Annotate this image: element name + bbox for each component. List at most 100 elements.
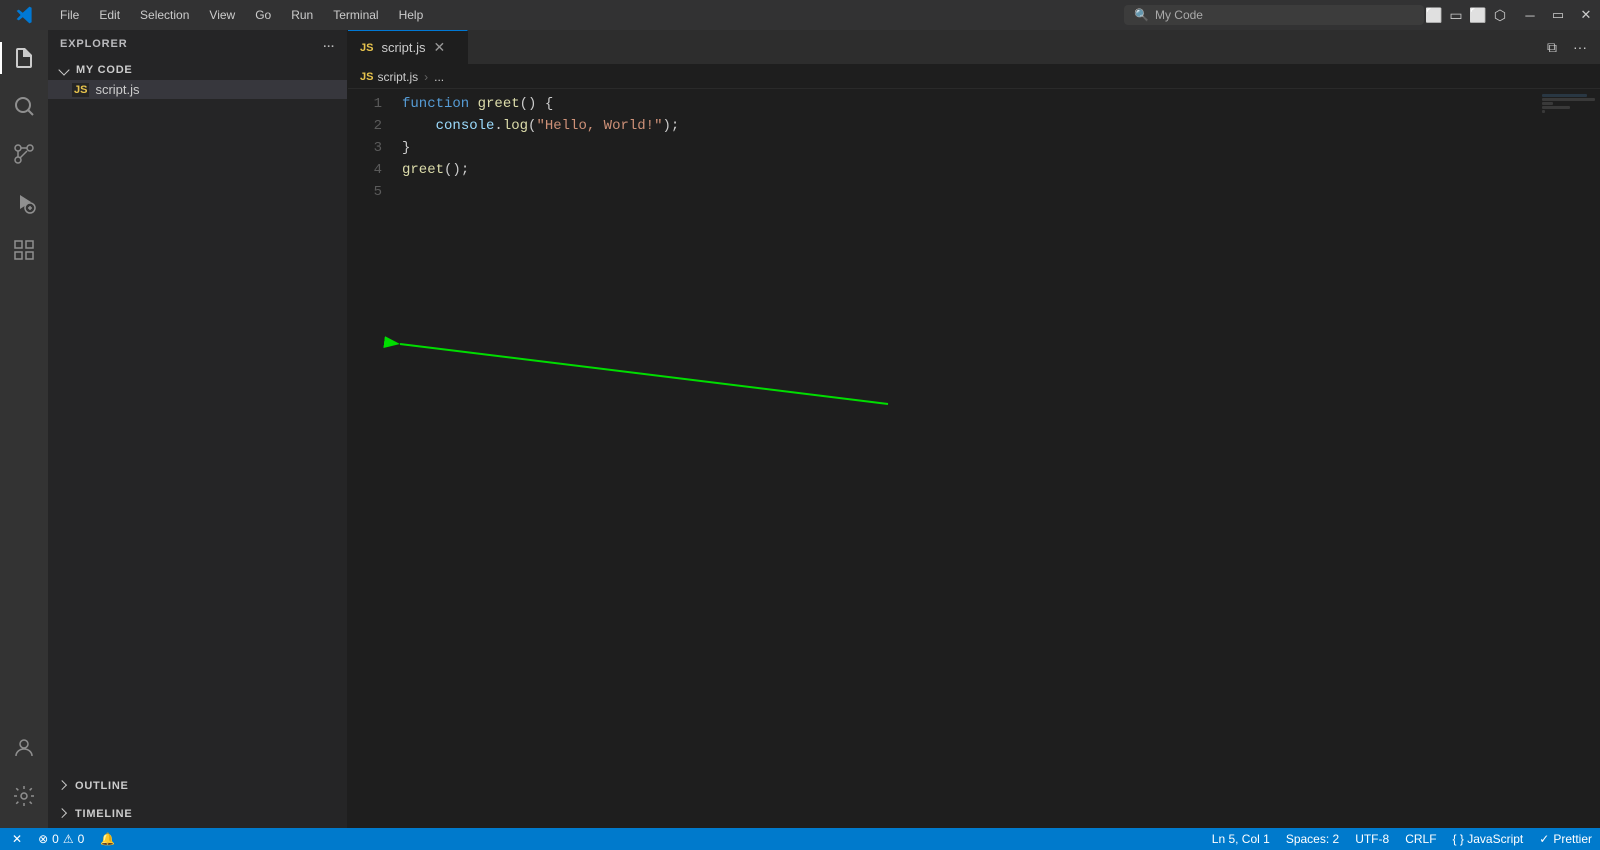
notifications-bell[interactable]: 🔔 bbox=[92, 828, 123, 850]
error-count-text: 0 bbox=[52, 832, 59, 846]
folder-header[interactable]: MY CODE bbox=[48, 60, 347, 80]
main-container: EXPLORER ... MY CODE JS script.js OUTLIN… bbox=[0, 30, 1600, 828]
activity-bar-bottom bbox=[0, 724, 48, 828]
outline-label: OUTLINE bbox=[75, 780, 129, 792]
bell-icon: 🔔 bbox=[100, 832, 115, 846]
chevron-down-icon bbox=[58, 64, 69, 75]
encoding[interactable]: UTF-8 bbox=[1347, 828, 1397, 850]
language-mode-text: { } JavaScript bbox=[1453, 832, 1524, 846]
sidebar: EXPLORER ... MY CODE JS script.js OUTLIN… bbox=[48, 30, 348, 828]
status-bar-right: Ln 5, Col 1 Spaces: 2 UTF-8 CRLF { } Jav… bbox=[1204, 828, 1600, 850]
activity-item-settings[interactable] bbox=[0, 772, 48, 820]
js-tab-icon: JS bbox=[360, 42, 373, 54]
tab-bar-actions: ⧉ ··· bbox=[1532, 30, 1600, 64]
activity-item-search[interactable] bbox=[0, 82, 48, 130]
search-icon bbox=[12, 94, 36, 118]
activity-item-extensions[interactable] bbox=[0, 226, 48, 274]
minimize-button[interactable]: ─ bbox=[1516, 1, 1544, 29]
tab-script-js[interactable]: JS script.js ✕ bbox=[348, 30, 468, 64]
account-icon bbox=[12, 736, 36, 760]
code-editor[interactable]: 1 2 3 4 5 function greet() { console.log… bbox=[348, 89, 1600, 828]
line-numbers-gutter: 1 2 3 4 5 bbox=[348, 89, 398, 828]
toggle-panel-button[interactable]: ▭ bbox=[1446, 5, 1466, 25]
code-line-5 bbox=[398, 181, 1540, 203]
activity-item-account[interactable] bbox=[0, 724, 48, 772]
menu-view[interactable]: View bbox=[199, 4, 245, 26]
menu-file[interactable]: File bbox=[50, 4, 89, 26]
code-content[interactable]: function greet() { console.log("Hello, W… bbox=[398, 89, 1540, 828]
extensions-icon bbox=[12, 238, 36, 262]
menu-go[interactable]: Go bbox=[245, 4, 281, 26]
editor-area: JS script.js ✕ ⧉ ··· JS script.js › ... … bbox=[348, 30, 1600, 828]
line-endings[interactable]: CRLF bbox=[1397, 828, 1444, 850]
activity-item-run-debug[interactable] bbox=[0, 178, 48, 226]
code-line-1: function greet() { bbox=[398, 93, 1540, 115]
restore-button[interactable]: ▭ bbox=[1544, 1, 1572, 29]
customize-layout-button[interactable]: ⬜ bbox=[1468, 5, 1488, 25]
code-line-2: console.log("Hello, World!"); bbox=[398, 115, 1540, 137]
source-control-status[interactable]: ✕ bbox=[4, 828, 30, 850]
layout-controls: ⬜ ▭ ⬜ ⬡ bbox=[1424, 5, 1510, 25]
formatter-text: Prettier bbox=[1553, 832, 1592, 846]
breadcrumb-symbol[interactable]: ... bbox=[434, 70, 444, 84]
cursor-position-text: Ln 5, Col 1 bbox=[1212, 832, 1270, 846]
file-item-script-js[interactable]: JS script.js bbox=[48, 80, 347, 99]
language-mode[interactable]: { } JavaScript bbox=[1445, 828, 1532, 850]
line-number-2: 2 bbox=[348, 115, 390, 137]
split-editor-right-button[interactable]: ⧉ bbox=[1540, 35, 1564, 59]
folder-name: MY CODE bbox=[76, 64, 133, 76]
encoding-text: UTF-8 bbox=[1355, 832, 1389, 846]
timeline-header[interactable]: TIMELINE bbox=[48, 804, 347, 824]
titlebar: File Edit Selection View Go Run Terminal… bbox=[0, 0, 1600, 30]
cursor-position[interactable]: Ln 5, Col 1 bbox=[1204, 828, 1278, 850]
line-number-5: 5 bbox=[348, 181, 390, 203]
breadcrumb-file[interactable]: script.js bbox=[377, 70, 418, 84]
prettier-icon: ✓ bbox=[1539, 832, 1549, 846]
indentation[interactable]: Spaces: 2 bbox=[1278, 828, 1347, 850]
status-bar-left: ✕ ⊗ 0 ⚠ 0 🔔 bbox=[0, 828, 123, 850]
sidebar-more-actions-button[interactable]: ... bbox=[323, 38, 335, 50]
errors-count[interactable]: ⊗ 0 ⚠ 0 bbox=[30, 828, 92, 850]
sidebar-header: EXPLORER ... bbox=[48, 30, 347, 58]
line-endings-text: CRLF bbox=[1405, 832, 1436, 846]
menu-edit[interactable]: Edit bbox=[89, 4, 130, 26]
x-icon: ✕ bbox=[12, 832, 22, 846]
sidebar-actions: ... bbox=[323, 38, 335, 50]
activity-bar bbox=[0, 30, 48, 828]
line-number-3: 3 bbox=[348, 137, 390, 159]
settings-icon bbox=[12, 784, 36, 808]
files-icon bbox=[12, 46, 36, 70]
menu-run[interactable]: Run bbox=[281, 4, 323, 26]
timeline-section: TIMELINE bbox=[48, 800, 347, 828]
timeline-label: TIMELINE bbox=[75, 808, 133, 820]
indentation-text: Spaces: 2 bbox=[1286, 832, 1339, 846]
menu-selection[interactable]: Selection bbox=[130, 4, 199, 26]
search-placeholder-text: My Code bbox=[1155, 8, 1203, 22]
breadcrumb: JS script.js › ... bbox=[348, 65, 1600, 89]
tab-label: script.js bbox=[381, 40, 425, 55]
close-button[interactable]: ✕ bbox=[1572, 1, 1600, 29]
outline-header[interactable]: OUTLINE bbox=[48, 776, 347, 796]
sidebar-bottom: OUTLINE TIMELINE bbox=[48, 772, 347, 828]
toggle-primary-sidebar-button[interactable]: ⬜ bbox=[1424, 5, 1444, 25]
sidebar-title: EXPLORER bbox=[60, 38, 128, 50]
warning-count-text: 0 bbox=[78, 832, 85, 846]
formatter-status[interactable]: ✓ Prettier bbox=[1531, 828, 1600, 850]
line-number-1: 1 bbox=[348, 93, 390, 115]
menu-terminal[interactable]: Terminal bbox=[323, 4, 388, 26]
tab-close-button[interactable]: ✕ bbox=[434, 39, 446, 56]
app-icon-area bbox=[0, 6, 50, 24]
menu-help[interactable]: Help bbox=[389, 4, 434, 26]
more-editor-actions-button[interactable]: ··· bbox=[1568, 35, 1592, 59]
minimap bbox=[1540, 89, 1600, 828]
error-icon: ⊗ bbox=[38, 832, 48, 846]
global-search-bar[interactable]: 🔍 My Code bbox=[1124, 5, 1424, 25]
activity-item-explorer[interactable] bbox=[0, 34, 48, 82]
code-line-4: greet(); bbox=[398, 159, 1540, 181]
source-control-icon bbox=[12, 142, 36, 166]
search-icon: 🔍 bbox=[1134, 8, 1149, 22]
activity-item-source-control[interactable] bbox=[0, 130, 48, 178]
code-line-3: } bbox=[398, 137, 1540, 159]
split-editor-button[interactable]: ⬡ bbox=[1490, 5, 1510, 25]
window-controls: ─ ▭ ✕ bbox=[1516, 1, 1600, 29]
